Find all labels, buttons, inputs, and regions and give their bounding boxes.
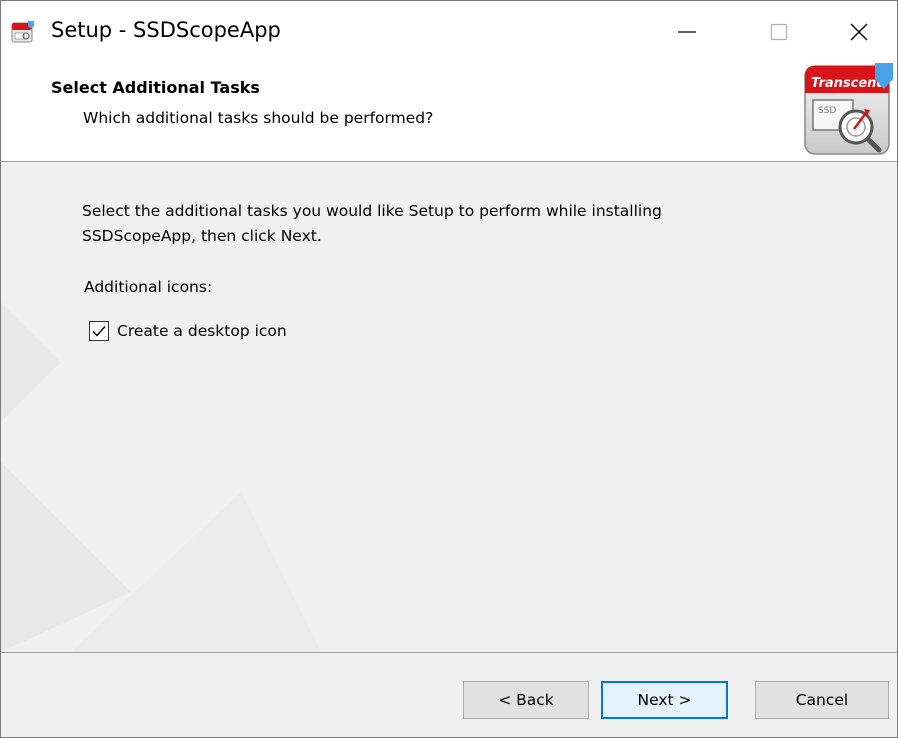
additional-icons-label: Additional icons: bbox=[84, 278, 213, 296]
cancel-button[interactable]: Cancel bbox=[755, 681, 889, 719]
desktop-icon-checkbox[interactable] bbox=[89, 321, 109, 341]
wizard-body: Select the additional tasks you would li… bbox=[1, 162, 897, 652]
transcend-logo: Transcend SSD bbox=[804, 63, 896, 159]
next-button[interactable]: Next > bbox=[601, 681, 728, 719]
back-button[interactable]: < Back bbox=[463, 681, 589, 719]
window-title: Setup - SSDScopeApp bbox=[51, 18, 281, 42]
create-desktop-icon-option[interactable]: Create a desktop icon bbox=[89, 319, 287, 343]
instruction-text: Select the additional tasks you would li… bbox=[82, 199, 802, 249]
instruction-line-1: Select the additional tasks you would li… bbox=[82, 202, 662, 220]
desktop-icon-checkbox-label[interactable]: Create a desktop icon bbox=[117, 322, 287, 340]
setup-window: Setup - SSDScopeApp Select Additional Ta… bbox=[0, 0, 898, 738]
maximize-button[interactable] bbox=[753, 1, 805, 63]
page-title: Select Additional Tasks bbox=[51, 78, 260, 97]
minimize-icon bbox=[678, 31, 696, 33]
page-subtitle: Which additional tasks should be perform… bbox=[83, 109, 434, 127]
wizard-footer: < Back Next > Cancel bbox=[1, 653, 897, 737]
instruction-line-2: SSDScopeApp, then click Next. bbox=[82, 227, 322, 245]
checkmark-icon bbox=[92, 326, 106, 337]
minimize-button[interactable] bbox=[661, 1, 713, 63]
logo-badge-text: SSD bbox=[818, 106, 836, 116]
app-icon bbox=[11, 20, 35, 44]
title-bar[interactable]: Setup - SSDScopeApp bbox=[1, 1, 897, 63]
close-icon bbox=[850, 23, 868, 41]
maximize-icon bbox=[770, 23, 788, 41]
close-button[interactable] bbox=[833, 1, 885, 63]
wizard-header: Select Additional Tasks Which additional… bbox=[1, 63, 897, 162]
